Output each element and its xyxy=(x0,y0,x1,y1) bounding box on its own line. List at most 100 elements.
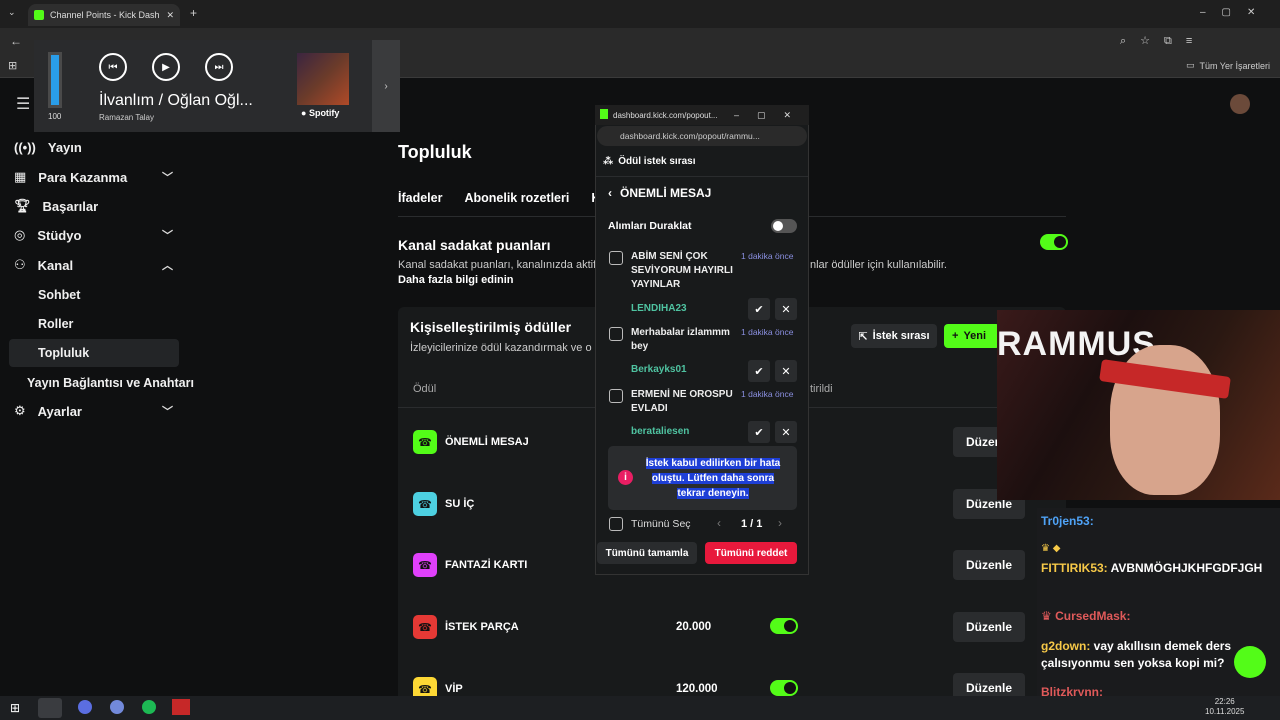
reward-toggle[interactable] xyxy=(770,618,798,634)
queue-button[interactable]: ⇱ İstek sırası xyxy=(851,324,937,348)
accept-icon[interactable]: ✔ xyxy=(748,298,770,320)
chrome-taskbar-icon[interactable] xyxy=(38,698,62,718)
users-icon: ⚇ xyxy=(14,257,26,272)
reject-icon[interactable]: ✕ xyxy=(775,360,797,382)
avatar[interactable] xyxy=(1230,94,1250,114)
page-indicator: 1 / 1 xyxy=(741,518,763,530)
nav-sub-topluluk[interactable]: Topluluk xyxy=(38,346,89,360)
discord-taskbar-icon[interactable] xyxy=(110,700,124,714)
loyalty-desc: Kanal sadakat puanları, kanalınızda akti… xyxy=(398,259,597,271)
complete-all-button[interactable]: Tümünü tamamla xyxy=(597,542,697,564)
col-reward: Ödül xyxy=(413,383,437,395)
windows-start-icon[interactable]: ⊞ xyxy=(10,701,20,715)
previous-icon[interactable]: ⏮ xyxy=(99,53,127,81)
next-icon[interactable]: ⏭ xyxy=(205,53,233,81)
reject-icon[interactable]: ✕ xyxy=(775,298,797,320)
chat-bubble-icon[interactable] xyxy=(1234,646,1266,678)
chevron-right-icon[interactable]: › xyxy=(778,516,782,530)
request-user[interactable]: LENDIHA23 xyxy=(631,303,687,314)
rewards-desc: İzleyicilerinize ödül kazandırmak ve o xyxy=(410,342,592,354)
popout-divider xyxy=(596,176,808,177)
expand-icon[interactable]: › xyxy=(372,40,400,132)
accept-icon[interactable]: ✔ xyxy=(748,360,770,382)
song-title: İlvanlım / Oğlan Oğl... xyxy=(99,92,253,109)
edit-button[interactable]: Düzenle xyxy=(953,550,1025,580)
nav-item-kanal[interactable]: ⚇ Kanal ︿ xyxy=(14,252,179,278)
page-title: Topluluk xyxy=(398,142,472,162)
reward-name: ÖNEMLİ MESAJ xyxy=(445,436,529,448)
chat-message: FITTIRIK53: AVBNMÖGHJKHFGDFJGH xyxy=(1041,561,1263,575)
nav-sub-sohbet[interactable]: Sohbet xyxy=(38,288,80,302)
artist-name: Ramazan Talay xyxy=(99,113,154,122)
studio-icon: ◎ xyxy=(14,227,26,242)
badge-icon: ♛ ◆ xyxy=(1041,543,1061,554)
select-all-checkbox[interactable] xyxy=(609,517,623,531)
toolbar-icons[interactable]: ⌕☆⧉≡ xyxy=(1120,34,1206,48)
request-message: Merhabalar izlammm bey xyxy=(631,327,730,352)
close-tab-icon[interactable]: ✕ xyxy=(166,10,174,21)
learn-more-link[interactable]: Daha fazla bilgi edinin xyxy=(398,274,514,286)
loyalty-title: Kanal sadakat puanları xyxy=(398,237,551,253)
nav-item-para-kazanma[interactable]: ▦ Para Kazanma ﹀ xyxy=(14,164,179,190)
gear-icon: ⚙ xyxy=(14,403,26,418)
reward-name: İSTEK PARÇA xyxy=(445,621,519,633)
clock: 22:26 10.11.2025 xyxy=(1205,697,1245,716)
request-user[interactable]: Berkayks01 xyxy=(631,364,687,375)
volume-fill xyxy=(51,55,59,105)
tab-ifadeler[interactable]: İfadeler xyxy=(398,191,442,205)
pause-label: Alımları Duraklat xyxy=(608,220,692,232)
pause-toggle[interactable] xyxy=(771,219,797,233)
external-link-icon: ⇱ xyxy=(858,330,868,343)
popout-titlebar: dashboard.kick.com/popout... –▢✕ xyxy=(595,105,809,125)
chevron-left-icon[interactable]: ‹ xyxy=(717,516,721,530)
tab-list-icon[interactable]: ⌄ xyxy=(8,7,16,18)
nav-item-yayin[interactable]: ((•)) Yayın xyxy=(14,134,179,160)
back-to-reward[interactable]: ‹ ÖNEMLİ MESAJ xyxy=(608,186,711,200)
tab-abonelik[interactable]: Abonelik rozetleri xyxy=(464,191,569,205)
col-status: tirildi xyxy=(810,383,833,395)
reject-all-button[interactable]: Tümünü reddet xyxy=(705,542,797,564)
new-reward-button[interactable]: + Yeni xyxy=(944,324,1000,348)
nav-item-ayarlar[interactable]: ⚙ Ayarlar ﹀ xyxy=(14,398,179,424)
loyalty-desc-cont: nlar ödüller için kullanılabilir. xyxy=(810,259,947,271)
chevron-down-icon: ﹀ xyxy=(162,172,173,184)
request-user[interactable]: berataliesen xyxy=(631,426,689,437)
chevron-left-icon: ‹ xyxy=(608,186,612,200)
tab-row: İfadeler Abonelik rozetleri K xyxy=(398,191,600,205)
voicemeeter-taskbar-icon[interactable] xyxy=(172,699,190,715)
reward-toggle[interactable] xyxy=(770,680,798,696)
accept-icon[interactable]: ✔ xyxy=(748,421,770,443)
new-tab-icon[interactable]: + xyxy=(190,6,197,20)
reward-cost: 20.000 xyxy=(676,621,712,633)
request-time: 1 dakika önce xyxy=(741,389,794,399)
nav-item-studyo[interactable]: ◎ Stüdyo ﹀ xyxy=(14,222,179,248)
reject-icon[interactable]: ✕ xyxy=(775,421,797,443)
trophy-icon: 🏆︎ xyxy=(14,198,31,213)
edit-button[interactable]: Düzenle xyxy=(953,612,1025,642)
select-all-label: Tümünü Seç xyxy=(631,518,691,530)
info-icon: i xyxy=(618,470,633,485)
spotify-taskbar-icon[interactable] xyxy=(142,700,156,714)
app-taskbar-icon[interactable] xyxy=(78,700,92,714)
browser-tab[interactable]: Channel Points - Kick Dashboa ✕ xyxy=(28,4,180,26)
back-icon[interactable]: ← xyxy=(10,34,22,48)
nav-item-basarilar[interactable]: 🏆︎ Başarılar xyxy=(14,193,179,219)
menu-icon[interactable]: ☰ xyxy=(16,94,30,114)
window-controls-icon[interactable]: –▢✕ xyxy=(1200,7,1271,18)
reward-icon: ☎ xyxy=(413,492,437,516)
request-time: 1 dakika önce xyxy=(741,327,794,337)
volume-value: 100 xyxy=(48,112,62,121)
nav-stream-key[interactable]: Yayın Bağlantısı ve Anahtarı xyxy=(27,376,194,390)
nav-sub-roller[interactable]: Roller xyxy=(38,317,73,331)
rewards-title: Kişiselleştirilmiş ödüller xyxy=(410,319,572,335)
broadcast-icon: ((•)) xyxy=(14,139,36,155)
request-checkbox[interactable] xyxy=(609,327,623,341)
request-checkbox[interactable] xyxy=(609,389,623,403)
play-icon[interactable]: ▶ xyxy=(152,53,180,81)
window-controls-icon[interactable]: –▢✕ xyxy=(734,110,809,121)
apps-icon[interactable]: ⊞ xyxy=(8,59,17,72)
request-checkbox[interactable] xyxy=(609,251,623,265)
bookmarks-folder[interactable]: ▭ Tüm Yer İşaretleri xyxy=(1186,60,1270,71)
nav-active-bg xyxy=(9,339,179,367)
loyalty-toggle[interactable] xyxy=(1040,234,1068,250)
